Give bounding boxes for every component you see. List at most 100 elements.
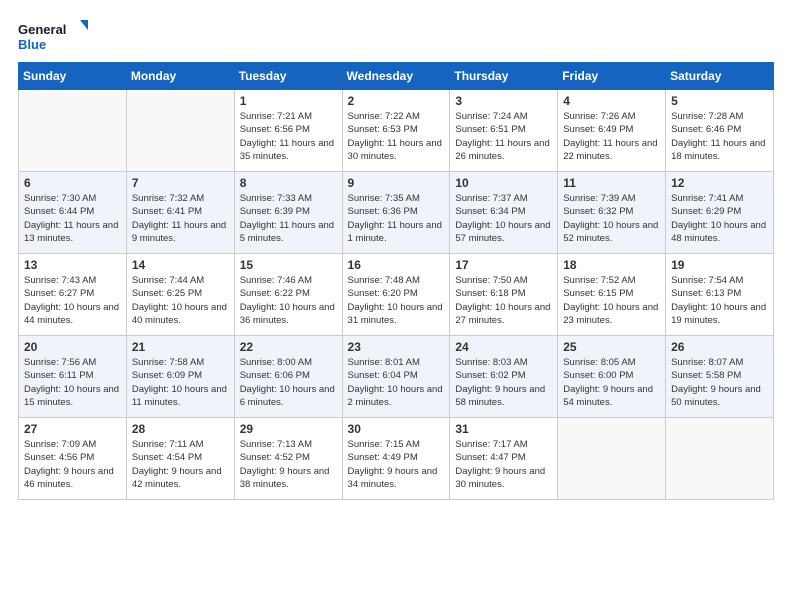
weekday-header-saturday: Saturday	[666, 63, 774, 90]
svg-text:General: General	[18, 22, 66, 37]
weekday-header-wednesday: Wednesday	[342, 63, 450, 90]
day-info: Sunrise: 7:15 AMSunset: 4:49 PMDaylight:…	[348, 438, 445, 491]
day-number: 14	[132, 258, 229, 272]
day-number: 9	[348, 176, 445, 190]
day-number: 5	[671, 94, 768, 108]
svg-text:Blue: Blue	[18, 37, 46, 52]
week-row-3: 20 Sunrise: 7:56 AMSunset: 6:11 PMDayligh…	[19, 336, 774, 418]
day-cell	[666, 418, 774, 500]
day-cell: 24 Sunrise: 8:03 AMSunset: 6:02 PMDayligh…	[450, 336, 558, 418]
weekday-header-tuesday: Tuesday	[234, 63, 342, 90]
day-cell	[19, 90, 127, 172]
day-cell: 25Sunrise: 8:05 AMSunset: 6:00 PMDayligh…	[558, 336, 666, 418]
weekday-header-sunday: Sunday	[19, 63, 127, 90]
week-row-0: 1Sunrise: 7:21 AMSunset: 6:56 PMDaylight…	[19, 90, 774, 172]
day-cell: 19 Sunrise: 7:54 AMSunset: 6:13 PMDayligh…	[666, 254, 774, 336]
day-info: Sunrise: 7:09 AMSunset: 4:56 PMDaylight:…	[24, 438, 121, 491]
day-cell: 13Sunrise: 7:43 AMSunset: 6:27 PMDayligh…	[19, 254, 127, 336]
day-number: 30	[348, 422, 445, 436]
logo: General Blue	[18, 18, 88, 54]
day-cell: 15Sunrise: 7:46 AMSunset: 6:22 PMDayligh…	[234, 254, 342, 336]
day-cell: 20 Sunrise: 7:56 AMSunset: 6:11 PMDayligh…	[19, 336, 127, 418]
day-info: Sunrise: 8:07 AMSunset: 5:58 PMDaylight:…	[671, 356, 768, 409]
day-info: Sunrise: 7:13 AMSunset: 4:52 PMDaylight:…	[240, 438, 337, 491]
day-info: Sunrise: 7:11 AMSunset: 4:54 PMDaylight:…	[132, 438, 229, 491]
day-number: 16	[348, 258, 445, 272]
day-cell	[558, 418, 666, 500]
day-cell: 14Sunrise: 7:44 AMSunset: 6:25 PMDayligh…	[126, 254, 234, 336]
day-info: Sunrise: 7:37 AMSunset: 6:34 PMDaylight:…	[455, 192, 552, 245]
day-cell: 22 Sunrise: 8:00 AMSunset: 6:06 PMDayligh…	[234, 336, 342, 418]
day-info: Sunrise: 7:32 AMSunset: 6:41 PMDaylight:…	[132, 192, 229, 245]
day-info: Sunrise: 7:21 AMSunset: 6:56 PMDaylight:…	[240, 110, 337, 163]
day-number: 29	[240, 422, 337, 436]
day-info: Sunrise: 7:58 AMSunset: 6:09 PMDaylight:…	[132, 356, 229, 409]
day-number: 27	[24, 422, 121, 436]
day-cell: 28Sunrise: 7:11 AMSunset: 4:54 PMDayligh…	[126, 418, 234, 500]
day-number: 12	[671, 176, 768, 190]
day-cell: 3 Sunrise: 7:24 AMSunset: 6:51 PMDaylight…	[450, 90, 558, 172]
weekday-header-thursday: Thursday	[450, 63, 558, 90]
calendar-table: SundayMondayTuesdayWednesdayThursdayFrid…	[18, 62, 774, 500]
day-cell: 2 Sunrise: 7:22 AMSunset: 6:53 PMDaylight…	[342, 90, 450, 172]
day-number: 22	[240, 340, 337, 354]
day-cell: 12 Sunrise: 7:41 AMSunset: 6:29 PMDayligh…	[666, 172, 774, 254]
weekday-header-monday: Monday	[126, 63, 234, 90]
day-number: 10	[455, 176, 552, 190]
day-cell: 30 Sunrise: 7:15 AMSunset: 4:49 PMDayligh…	[342, 418, 450, 500]
day-number: 24	[455, 340, 552, 354]
day-info: Sunrise: 7:50 AMSunset: 6:18 PMDaylight:…	[455, 274, 552, 327]
weekday-header-friday: Friday	[558, 63, 666, 90]
day-cell: 16 Sunrise: 7:48 AMSunset: 6:20 PMDayligh…	[342, 254, 450, 336]
day-cell: 27 Sunrise: 7:09 AMSunset: 4:56 PMDayligh…	[19, 418, 127, 500]
day-number: 8	[240, 176, 337, 190]
day-cell: 4Sunrise: 7:26 AMSunset: 6:49 PMDaylight…	[558, 90, 666, 172]
day-info: Sunrise: 7:39 AMSunset: 6:32 PMDaylight:…	[563, 192, 660, 245]
day-cell: 10 Sunrise: 7:37 AMSunset: 6:34 PMDayligh…	[450, 172, 558, 254]
day-cell: 5 Sunrise: 7:28 AMSunset: 6:46 PMDaylight…	[666, 90, 774, 172]
day-info: Sunrise: 7:52 AMSunset: 6:15 PMDaylight:…	[563, 274, 660, 327]
day-number: 7	[132, 176, 229, 190]
day-number: 18	[563, 258, 660, 272]
day-info: Sunrise: 7:30 AMSunset: 6:44 PMDaylight:…	[24, 192, 121, 245]
day-cell: 29 Sunrise: 7:13 AMSunset: 4:52 PMDayligh…	[234, 418, 342, 500]
day-info: Sunrise: 7:33 AMSunset: 6:39 PMDaylight:…	[240, 192, 337, 245]
day-number: 23	[348, 340, 445, 354]
day-cell	[126, 90, 234, 172]
logo-svg: General Blue	[18, 18, 88, 54]
day-number: 19	[671, 258, 768, 272]
day-cell: 17Sunrise: 7:50 AMSunset: 6:18 PMDayligh…	[450, 254, 558, 336]
day-cell: 7 Sunrise: 7:32 AMSunset: 6:41 PMDaylight…	[126, 172, 234, 254]
day-number: 13	[24, 258, 121, 272]
day-number: 31	[455, 422, 552, 436]
day-info: Sunrise: 7:48 AMSunset: 6:20 PMDaylight:…	[348, 274, 445, 327]
day-number: 2	[348, 94, 445, 108]
day-info: Sunrise: 8:05 AMSunset: 6:00 PMDaylight:…	[563, 356, 660, 409]
day-cell: 6Sunrise: 7:30 AMSunset: 6:44 PMDaylight…	[19, 172, 127, 254]
day-cell: 1Sunrise: 7:21 AMSunset: 6:56 PMDaylight…	[234, 90, 342, 172]
day-cell: 23Sunrise: 8:01 AMSunset: 6:04 PMDayligh…	[342, 336, 450, 418]
day-info: Sunrise: 7:41 AMSunset: 6:29 PMDaylight:…	[671, 192, 768, 245]
day-info: Sunrise: 7:56 AMSunset: 6:11 PMDaylight:…	[24, 356, 121, 409]
day-number: 20	[24, 340, 121, 354]
day-cell: 26 Sunrise: 8:07 AMSunset: 5:58 PMDayligh…	[666, 336, 774, 418]
day-cell: 11 Sunrise: 7:39 AMSunset: 6:32 PMDayligh…	[558, 172, 666, 254]
day-number: 21	[132, 340, 229, 354]
header-row: SundayMondayTuesdayWednesdayThursdayFrid…	[19, 63, 774, 90]
week-row-4: 27 Sunrise: 7:09 AMSunset: 4:56 PMDayligh…	[19, 418, 774, 500]
day-number: 11	[563, 176, 660, 190]
day-info: Sunrise: 7:24 AMSunset: 6:51 PMDaylight:…	[455, 110, 552, 163]
day-info: Sunrise: 7:26 AMSunset: 6:49 PMDaylight:…	[563, 110, 660, 163]
header: General Blue	[18, 18, 774, 54]
page: General Blue SundayMondayTuesdayWednesda…	[0, 0, 792, 612]
day-number: 3	[455, 94, 552, 108]
day-cell: 21 Sunrise: 7:58 AMSunset: 6:09 PMDayligh…	[126, 336, 234, 418]
day-number: 26	[671, 340, 768, 354]
day-info: Sunrise: 7:28 AMSunset: 6:46 PMDaylight:…	[671, 110, 768, 163]
week-row-2: 13Sunrise: 7:43 AMSunset: 6:27 PMDayligh…	[19, 254, 774, 336]
day-info: Sunrise: 7:17 AMSunset: 4:47 PMDaylight:…	[455, 438, 552, 491]
day-info: Sunrise: 7:54 AMSunset: 6:13 PMDaylight:…	[671, 274, 768, 327]
day-info: Sunrise: 8:03 AMSunset: 6:02 PMDaylight:…	[455, 356, 552, 409]
day-info: Sunrise: 7:22 AMSunset: 6:53 PMDaylight:…	[348, 110, 445, 163]
day-info: Sunrise: 8:00 AMSunset: 6:06 PMDaylight:…	[240, 356, 337, 409]
